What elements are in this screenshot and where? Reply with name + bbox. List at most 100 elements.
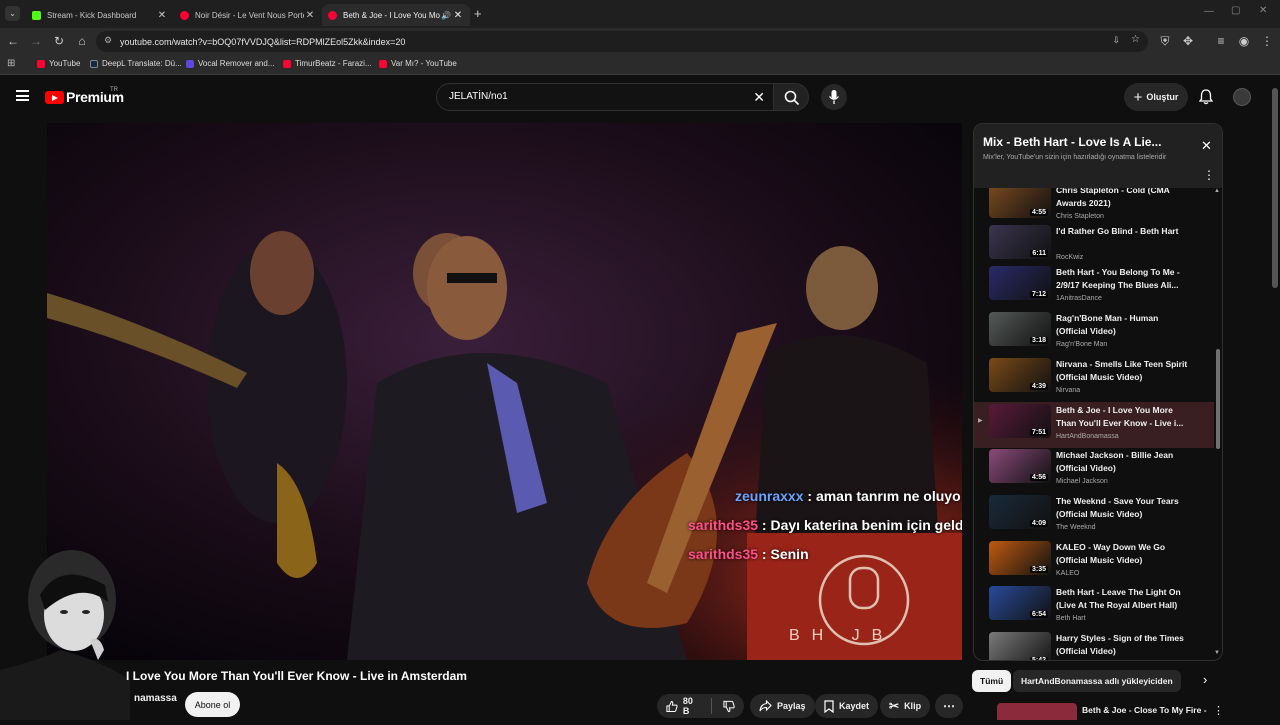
playlist-item-channel: Michael Jackson [1056,478,1108,485]
youtube-logo-icon[interactable] [45,91,64,104]
browser-tab-strip: ⌄ Stream - Kick Dashboard ✕ Noir Désir -… [0,0,1280,28]
chevron-right-icon[interactable]: › [1203,672,1207,687]
bookmark-item[interactable]: DeepL Translate: Dü... [90,59,182,68]
profile-icon[interactable]: ◉ [1237,34,1251,48]
playlist-item[interactable]: 6:54 Beth Hart - Leave The Light On (Live… [974,584,1214,630]
share-button[interactable]: Paylaş [750,694,815,718]
apps-grid-icon[interactable]: ⊞ [7,58,15,69]
playlist-item-channel: The Weeknd [1056,524,1096,531]
home-icon[interactable]: ⌂ [75,34,89,48]
create-button[interactable]: + Oluştur [1124,83,1188,111]
notifications-bell-icon[interactable] [1199,89,1213,105]
playlist-item[interactable]: 4:39 Nirvana - Smells Like Teen Spirit (O… [974,356,1214,402]
browser-tab[interactable]: Stream - Kick Dashboard ✕ [26,4,174,26]
recommended-item[interactable]: Beth & Joe - Close To My Fire - ⋮ [997,703,1227,720]
site-info-icon[interactable]: ⚙ [104,35,112,46]
maximize-button[interactable]: ▢ [1231,5,1240,16]
playlist-item[interactable]: 7:12 Beth Hart - You Belong To Me - 2/9/1… [974,264,1214,310]
clip-button[interactable]: ✂ Klip [880,694,931,718]
playlist-thumbnail[interactable]: 7:51 [989,404,1051,438]
hamburger-menu-icon[interactable] [16,90,29,101]
clear-search-icon[interactable]: ✕ [753,84,765,110]
forward-icon[interactable]: → [29,34,43,48]
bookmark-item[interactable]: Var Mı? - YouTube [379,59,457,68]
playlist-subtitle: Mix'ler, YouTube'un sizin için hazırladı… [983,154,1167,161]
url-field[interactable]: ⚙ youtube.com/watch?v=bOQ07fVVDJQ&list=R… [96,31,1148,52]
playlist-item[interactable]: 5:42 Harry Styles - Sign of the Times (Of… [974,630,1214,660]
playlist-thumbnail[interactable]: 4:39 [989,358,1051,392]
like-button[interactable]: 80 B [666,696,700,716]
playlist-item[interactable]: ▶ 7:51 Beth & Joe - I Love You More Than Y… [974,402,1214,448]
more-options-icon[interactable]: ⋮ [1213,704,1224,717]
extension-shield-icon[interactable]: ⛨ [1158,34,1172,49]
avatar[interactable] [1233,88,1251,106]
playlist-thumbnail[interactable]: 4:55 [989,188,1051,218]
playlist-thumbnail[interactable]: 6:54 [989,586,1051,620]
more-actions-button[interactable]: ⋯ [935,694,963,718]
duration-badge: 3:35 [1029,566,1048,573]
browser-tab-active[interactable]: Beth & Joe - I Love You More 🔊 ✕ [322,4,470,26]
more-options-icon[interactable]: ⋮ [1203,168,1215,182]
extensions-icon[interactable]: ✥ [1181,34,1195,48]
back-icon[interactable]: ← [6,34,20,48]
playlist-thumbnail[interactable]: 3:35 [989,541,1051,575]
browser-menu-icon[interactable]: ⋮ [1260,34,1274,48]
youtube-icon [328,10,337,20]
close-icon[interactable]: ✕ [1201,138,1212,154]
scroll-up-icon[interactable]: ▲ [1214,188,1220,194]
playlist-thumbnail[interactable]: 5:42 [989,632,1051,660]
install-icon[interactable]: ⇩ [1112,35,1120,46]
close-icon[interactable]: ✕ [452,10,464,21]
logo-country: TR [110,87,118,93]
video-frame [47,123,962,660]
bookmark-star-icon[interactable]: ☆ [1131,34,1140,45]
playlist-items: 4:55 Chris Stapleton - Cold (CMA Awards 2… [974,188,1222,660]
bookmark-item[interactable]: Vocal Remover and... [186,59,274,68]
playlist-item[interactable]: 6:11 I'd Rather Go Blind - Beth Hart RocKw… [974,223,1214,269]
bookmark-item[interactable]: TimurBeatz - Farazi... [283,59,372,68]
chat-text: Dayı katerina benim için geldi ama [770,517,963,533]
search-button[interactable] [773,83,809,111]
playlist-title[interactable]: Mix - Beth Hart - Love Is A Lie... [983,135,1161,149]
minimize-button[interactable]: — [1204,6,1214,17]
playlist-item[interactable]: 3:18 Rag'n'Bone Man - Human (Official Vid… [974,310,1214,356]
bookmark-item[interactable]: YouTube [37,59,80,68]
playlist-thumbnail[interactable]: 4:56 [989,449,1051,483]
playlist-item[interactable]: 4:56 Michael Jackson - Billie Jean (Offic… [974,447,1214,493]
voice-search-button[interactable] [821,84,847,110]
scrollbar-thumb[interactable] [1216,349,1220,449]
chip-uploader[interactable]: HartAndBonamassa adlı yükleyiciden [1013,670,1181,692]
subscribe-button[interactable]: Abone ol [185,692,240,717]
search-input[interactable]: JELATİN/no1 ✕ [436,83,774,111]
duration-badge: 4:55 [1029,209,1048,216]
chip-label: Tümü [980,676,1004,686]
tab-search-button[interactable]: ⌄ [5,6,20,21]
playlist-thumbnail[interactable]: 3:18 [989,312,1051,346]
new-tab-button[interactable]: + [474,6,482,21]
playlist-item-title: Chris Stapleton - Cold (CMA Awards 2021) [1056,188,1170,208]
playlist-item[interactable]: 3:35 KALEO - Way Down We Go (Official Mus… [974,539,1214,585]
playlist-item-title: Michael Jackson - Billie Jean (Official … [1056,450,1174,473]
playlist-thumbnail[interactable]: 7:12 [989,266,1051,300]
video-player[interactable]: BH JB zeunraxxx : aman tanrım ne oluyo s… [47,123,962,660]
playlist-item[interactable]: 4:55 Chris Stapleton - Cold (CMA Awards 2… [974,188,1214,228]
playlist-item-channel: Rag'n'Bone Man [1056,341,1108,348]
close-window-button[interactable]: ✕ [1259,5,1267,16]
page-scrollbar[interactable] [1272,88,1278,288]
playlist-item[interactable]: 4:09 The Weeknd - Save Your Tears (Offici… [974,493,1214,539]
bookmark-label: Var Mı? - YouTube [391,59,457,68]
thumbs-down-icon[interactable] [723,700,735,713]
playlist-thumbnail[interactable]: 6:11 [989,225,1051,259]
save-button[interactable]: Kaydet [815,694,879,718]
chip-all[interactable]: Tümü [972,670,1012,692]
scroll-down-icon[interactable]: ▼ [1214,650,1220,656]
media-controls-icon[interactable]: ≡ [1214,34,1228,48]
close-icon[interactable]: ✕ [304,10,316,21]
audio-icon[interactable]: 🔊 [440,11,452,20]
playlist-thumbnail[interactable]: 4:09 [989,495,1051,529]
close-icon[interactable]: ✕ [156,10,168,21]
browser-tab[interactable]: Noir Désir - Le Vent Nous Porte ✕ [174,4,322,26]
channel-name[interactable]: namassa [134,693,177,704]
reload-icon[interactable]: ↻ [52,34,66,48]
youtube-icon [37,59,45,68]
